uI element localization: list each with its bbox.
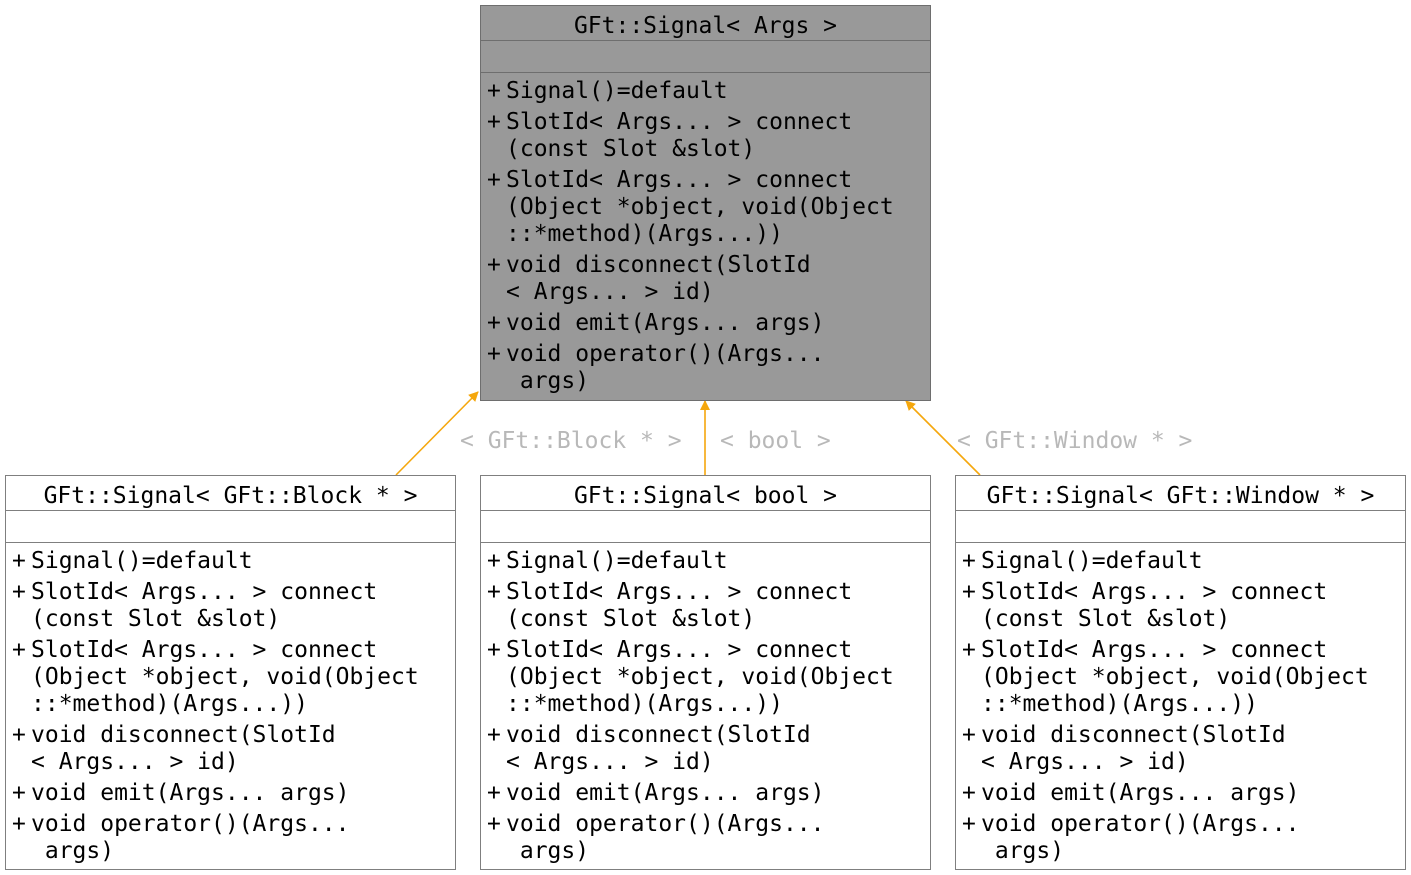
public-visibility-marker: + bbox=[487, 548, 501, 574]
edge-label-block: < GFt::Block * > bbox=[460, 428, 682, 454]
method-signature: void operator()(Args... args) bbox=[981, 811, 1300, 864]
class-methods-section: + Signal()=default + SlotId< Args... > conn… bbox=[481, 543, 930, 865]
method-signature: Signal()=default bbox=[31, 548, 253, 574]
edge-label-window: < GFt::Window * > bbox=[957, 428, 1193, 454]
method-signature: void operator()(Args... args) bbox=[506, 811, 825, 864]
method-signature: void emit(Args... args) bbox=[506, 310, 825, 336]
public-visibility-marker: + bbox=[12, 637, 26, 663]
class-box-signal-template[interactable]: GFt::Signal< Args > + Signal()=default + Sl… bbox=[480, 5, 931, 401]
method-signature: void disconnect(SlotId < Args... > id) bbox=[981, 722, 1286, 775]
method-row[interactable]: + SlotId< Args... > connect (Object *obje… bbox=[6, 637, 455, 718]
public-visibility-marker: + bbox=[487, 310, 501, 336]
method-row[interactable]: + void disconnect(SlotId < Args... > id) bbox=[6, 722, 455, 776]
public-visibility-marker: + bbox=[962, 780, 976, 806]
method-signature: SlotId< Args... > connect (Object *objec… bbox=[31, 637, 419, 717]
method-row[interactable]: + SlotId< Args... > connect (Object *obje… bbox=[956, 637, 1405, 718]
method-signature: SlotId< Args... > connect (const Slot &s… bbox=[31, 579, 378, 632]
class-title: GFt::Signal< GFt::Window * > bbox=[956, 476, 1405, 511]
method-signature: void disconnect(SlotId < Args... > id) bbox=[506, 722, 811, 775]
method-row[interactable]: + Signal()=default bbox=[481, 548, 930, 575]
public-visibility-marker: + bbox=[487, 109, 501, 135]
public-visibility-marker: + bbox=[962, 548, 976, 574]
method-row[interactable]: + void emit(Args... args) bbox=[481, 310, 930, 337]
class-title: GFt::Signal< bool > bbox=[481, 476, 930, 511]
method-row[interactable]: + void operator()(Args... args) bbox=[481, 341, 930, 395]
public-visibility-marker: + bbox=[487, 167, 501, 193]
public-visibility-marker: + bbox=[487, 637, 501, 663]
class-methods-section: + Signal()=default + SlotId< Args... > conn… bbox=[956, 543, 1405, 865]
method-signature: void disconnect(SlotId < Args... > id) bbox=[506, 252, 811, 305]
method-row[interactable]: + void disconnect(SlotId < Args... > id) bbox=[481, 722, 930, 776]
class-methods-section: + Signal()=default + SlotId< Args... > conn… bbox=[481, 73, 930, 395]
method-signature: void emit(Args... args) bbox=[506, 780, 825, 806]
method-signature: void emit(Args... args) bbox=[981, 780, 1300, 806]
class-title: GFt::Signal< Args > bbox=[481, 6, 930, 41]
class-attributes-section bbox=[956, 511, 1405, 543]
method-row[interactable]: + SlotId< Args... > connect (const Slot &… bbox=[956, 579, 1405, 633]
method-row[interactable]: + void operator()(Args... args) bbox=[956, 811, 1405, 865]
public-visibility-marker: + bbox=[487, 78, 501, 104]
method-signature: void operator()(Args... args) bbox=[31, 811, 350, 864]
method-row[interactable]: + void disconnect(SlotId < Args... > id) bbox=[956, 722, 1405, 776]
method-row[interactable]: + Signal()=default bbox=[481, 78, 930, 105]
method-signature: void operator()(Args... args) bbox=[506, 341, 825, 394]
method-signature: void emit(Args... args) bbox=[31, 780, 350, 806]
class-box-signal-bool[interactable]: GFt::Signal< bool > + Signal()=default + Sl… bbox=[480, 475, 931, 870]
method-row[interactable]: + void emit(Args... args) bbox=[956, 780, 1405, 807]
public-visibility-marker: + bbox=[962, 811, 976, 837]
method-signature: void disconnect(SlotId < Args... > id) bbox=[31, 722, 336, 775]
method-signature: SlotId< Args... > connect (const Slot &s… bbox=[506, 579, 853, 632]
public-visibility-marker: + bbox=[487, 722, 501, 748]
public-visibility-marker: + bbox=[12, 780, 26, 806]
method-row[interactable]: + SlotId< Args... > connect (Object *obje… bbox=[481, 167, 930, 248]
class-title: GFt::Signal< GFt::Block * > bbox=[6, 476, 455, 511]
edge-label-bool: < bool > bbox=[720, 428, 831, 454]
public-visibility-marker: + bbox=[12, 579, 26, 605]
method-row[interactable]: + Signal()=default bbox=[6, 548, 455, 575]
class-box-signal-window[interactable]: GFt::Signal< GFt::Window * > + Signal()=d… bbox=[955, 475, 1406, 870]
public-visibility-marker: + bbox=[487, 780, 501, 806]
class-attributes-section bbox=[6, 511, 455, 543]
public-visibility-marker: + bbox=[962, 579, 976, 605]
public-visibility-marker: + bbox=[962, 637, 976, 663]
method-row[interactable]: + void emit(Args... args) bbox=[6, 780, 455, 807]
public-visibility-marker: + bbox=[12, 722, 26, 748]
public-visibility-marker: + bbox=[487, 252, 501, 278]
method-row[interactable]: + void operator()(Args... args) bbox=[481, 811, 930, 865]
class-methods-section: + Signal()=default + SlotId< Args... > conn… bbox=[6, 543, 455, 865]
class-attributes-section bbox=[481, 511, 930, 543]
method-row[interactable]: + void disconnect(SlotId < Args... > id) bbox=[481, 252, 930, 306]
public-visibility-marker: + bbox=[12, 548, 26, 574]
public-visibility-marker: + bbox=[487, 579, 501, 605]
method-row[interactable]: + void operator()(Args... args) bbox=[6, 811, 455, 865]
method-signature: Signal()=default bbox=[506, 548, 728, 574]
method-signature: SlotId< Args... > connect (const Slot &s… bbox=[506, 109, 853, 162]
method-row[interactable]: + Signal()=default bbox=[956, 548, 1405, 575]
method-row[interactable]: + SlotId< Args... > connect (Object *obje… bbox=[481, 637, 930, 718]
class-box-signal-block[interactable]: GFt::Signal< GFt::Block * > + Signal()=de… bbox=[5, 475, 456, 870]
public-visibility-marker: + bbox=[487, 811, 501, 837]
method-signature: Signal()=default bbox=[981, 548, 1203, 574]
public-visibility-marker: + bbox=[12, 811, 26, 837]
method-row[interactable]: + void emit(Args... args) bbox=[481, 780, 930, 807]
method-row[interactable]: + SlotId< Args... > connect (const Slot &… bbox=[481, 579, 930, 633]
method-signature: Signal()=default bbox=[506, 78, 728, 104]
method-row[interactable]: + SlotId< Args... > connect (const Slot &… bbox=[481, 109, 930, 163]
public-visibility-marker: + bbox=[487, 341, 501, 367]
method-signature: SlotId< Args... > connect (const Slot &s… bbox=[981, 579, 1328, 632]
method-signature: SlotId< Args... > connect (Object *objec… bbox=[506, 167, 894, 247]
method-row[interactable]: + SlotId< Args... > connect (const Slot &… bbox=[6, 579, 455, 633]
public-visibility-marker: + bbox=[962, 722, 976, 748]
class-attributes-section bbox=[481, 41, 930, 73]
method-signature: SlotId< Args... > connect (Object *objec… bbox=[506, 637, 894, 717]
method-signature: SlotId< Args... > connect (Object *objec… bbox=[981, 637, 1369, 717]
